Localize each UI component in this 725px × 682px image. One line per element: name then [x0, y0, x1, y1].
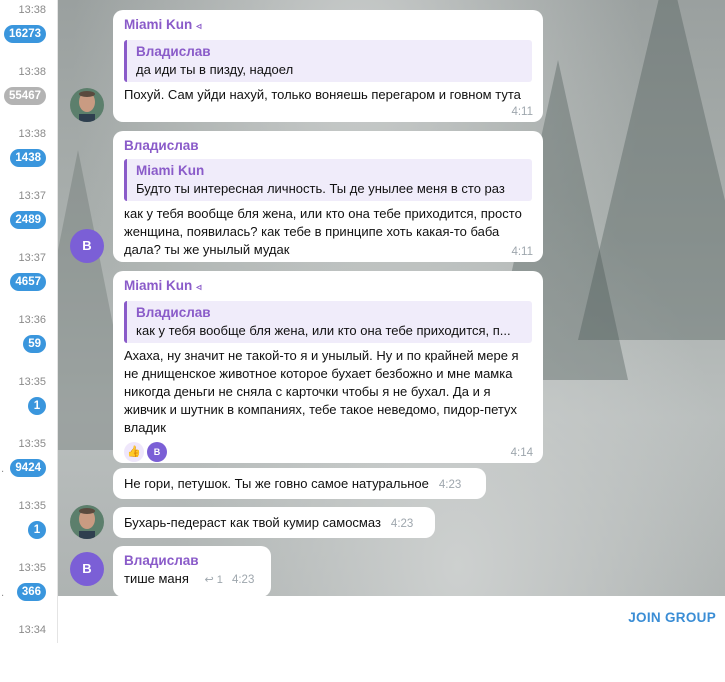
message-time: 4:14 [510, 447, 533, 459]
message-bubble[interactable]: Бухарь-педераст как твой кумир самосмаз 4… [113, 507, 435, 538]
chat-time: 13:35 [18, 500, 46, 512]
chat-list-item[interactable]: 13:35 1 [0, 372, 57, 434]
sender-name: Miami Kun [124, 17, 193, 32]
chat-time: 13:35 [18, 562, 46, 574]
unread-badge: 16273 [4, 25, 46, 43]
replies-count: 1 [216, 574, 223, 586]
chat-list-item[interactable]: . 13:35 9424 [0, 434, 57, 496]
reply-text: да иди ты в пизду, надоел [136, 62, 294, 77]
message-bubble[interactable]: Miami Kun ◃ Владислав да иди ты в пизду, … [113, 10, 543, 122]
chat-list-item[interactable]: 13:38 1438 [0, 124, 57, 186]
message-bubble[interactable]: Владислав Miami Kun Будто ты интересная … [113, 131, 543, 262]
chat-list-sidebar: 13:38 16273 13:38 55467 13:38 1438 13:37… [0, 0, 58, 643]
chat-time: 13:35 [18, 376, 46, 388]
forward-arrow-icon: ◃ [196, 282, 202, 293]
message-sender[interactable]: Владислав [124, 552, 260, 569]
reply-quote[interactable]: Miami Kun Будто ты интересная личность. … [124, 159, 532, 201]
chat-list-item[interactable]: . 13:35 366 [0, 558, 57, 620]
avatar-vladislav[interactable]: B [70, 229, 104, 263]
message-bubble[interactable]: Не гори, петушок. Ты же говно самое нату… [113, 468, 486, 499]
chat-list-item[interactable]: 13:37 2489 [0, 186, 57, 248]
reply-text: как у тебя вообще бля жена, или кто она … [136, 323, 511, 338]
unread-badge: 2489 [10, 211, 46, 229]
avatar-vladislav[interactable]: B [70, 552, 104, 586]
unread-badge: 1 [28, 521, 46, 539]
avatar-photo-icon [70, 505, 104, 539]
message-sender[interactable]: Владислав [124, 137, 532, 154]
replies-counter[interactable]: ↩ 1 [205, 574, 226, 586]
chat-time: 13:37 [18, 190, 46, 202]
chat-time: 13:36 [18, 314, 46, 326]
chat-list-item[interactable]: 13:34 [0, 620, 57, 682]
background-tree [578, 0, 725, 340]
message-text: Похуй. Сам уйди нахуй, только воняешь пе… [124, 87, 521, 102]
message-bubble[interactable]: Miami Kun ◃ Владислав как у тебя вообще б… [113, 271, 543, 463]
chat-time: 13:35 [18, 438, 46, 450]
reactions: 👍 B [124, 442, 532, 462]
draft-dot-icon: . [1, 464, 5, 475]
message-sender[interactable]: Miami Kun ◃ [124, 277, 532, 296]
message-sender[interactable]: Miami Kun ◃ [124, 16, 532, 35]
chat-time: 13:38 [18, 66, 46, 78]
chat-list-item[interactable]: 13:37 4657 [0, 248, 57, 310]
chat-list-item[interactable]: 13:38 16273 [0, 0, 57, 62]
message-text: тише маня [124, 571, 189, 586]
draft-dot-icon: . [1, 588, 5, 599]
reactor-avatar[interactable]: B [147, 442, 167, 462]
reply-arrow-icon: ↩ [204, 574, 214, 586]
reply-author: Miami Kun [136, 163, 205, 178]
join-group-button[interactable]: JOIN GROUP [628, 610, 716, 625]
chat-time: 13:38 [18, 128, 46, 140]
message-time: 4:11 [511, 246, 533, 258]
reply-text: Будто ты интересная личность. Ты де уныл… [136, 181, 505, 196]
chat-list-item[interactable]: 13:38 55467 [0, 62, 57, 124]
avatar-photo-icon [70, 88, 104, 122]
unread-badge: 1438 [10, 149, 46, 167]
chat-time: 13:38 [18, 4, 46, 16]
reply-quote[interactable]: Владислав да иди ты в пизду, надоел [124, 40, 532, 82]
message-time: 4:11 [511, 106, 533, 118]
reply-author: Владислав [136, 305, 211, 320]
reply-author: Владислав [136, 44, 211, 59]
unread-badge: 4657 [10, 273, 46, 291]
chat-time: 13:37 [18, 252, 46, 264]
chat-history[interactable]: Miami Kun ◃ Владислав да иди ты в пизду, … [58, 0, 725, 596]
message-text: Ахаха, ну значит не такой-то я и унылый.… [124, 348, 519, 435]
message-time: 4:23 [438, 479, 462, 491]
avatar-miami-kun[interactable] [70, 505, 104, 539]
reaction-thumbs-up-icon[interactable]: 👍 [124, 442, 144, 462]
unread-badge: 1 [28, 397, 46, 415]
chat-list-item[interactable]: 13:36 59 [0, 310, 57, 372]
unread-badge: 9424 [10, 459, 46, 477]
chat-list-item[interactable]: 13:35 1 [0, 496, 57, 558]
sender-name: Miami Kun [124, 278, 193, 293]
unread-badge: 366 [16, 583, 46, 601]
message-text: Бухарь-педераст как твой кумир самосмаз [124, 515, 381, 530]
message-text: Не гори, петушок. Ты же говно самое нату… [124, 476, 429, 491]
forward-arrow-icon: ◃ [196, 21, 202, 32]
message-time: 4:23 [390, 518, 414, 530]
message-bubble[interactable]: Владислав тише маня ↩ 1 4:23 [113, 546, 271, 596]
bottom-bar: JOIN GROUP [58, 596, 725, 643]
reply-quote[interactable]: Владислав как у тебя вообще бля жена, ил… [124, 301, 532, 343]
unread-badge: 59 [23, 335, 46, 353]
unread-badge: 55467 [4, 87, 46, 105]
avatar-miami-kun[interactable] [70, 88, 104, 122]
chat-time: 13:34 [18, 624, 46, 636]
message-time: 4:23 [231, 574, 255, 586]
message-text: как у тебя вообще бля жена, или кто она … [124, 206, 522, 257]
